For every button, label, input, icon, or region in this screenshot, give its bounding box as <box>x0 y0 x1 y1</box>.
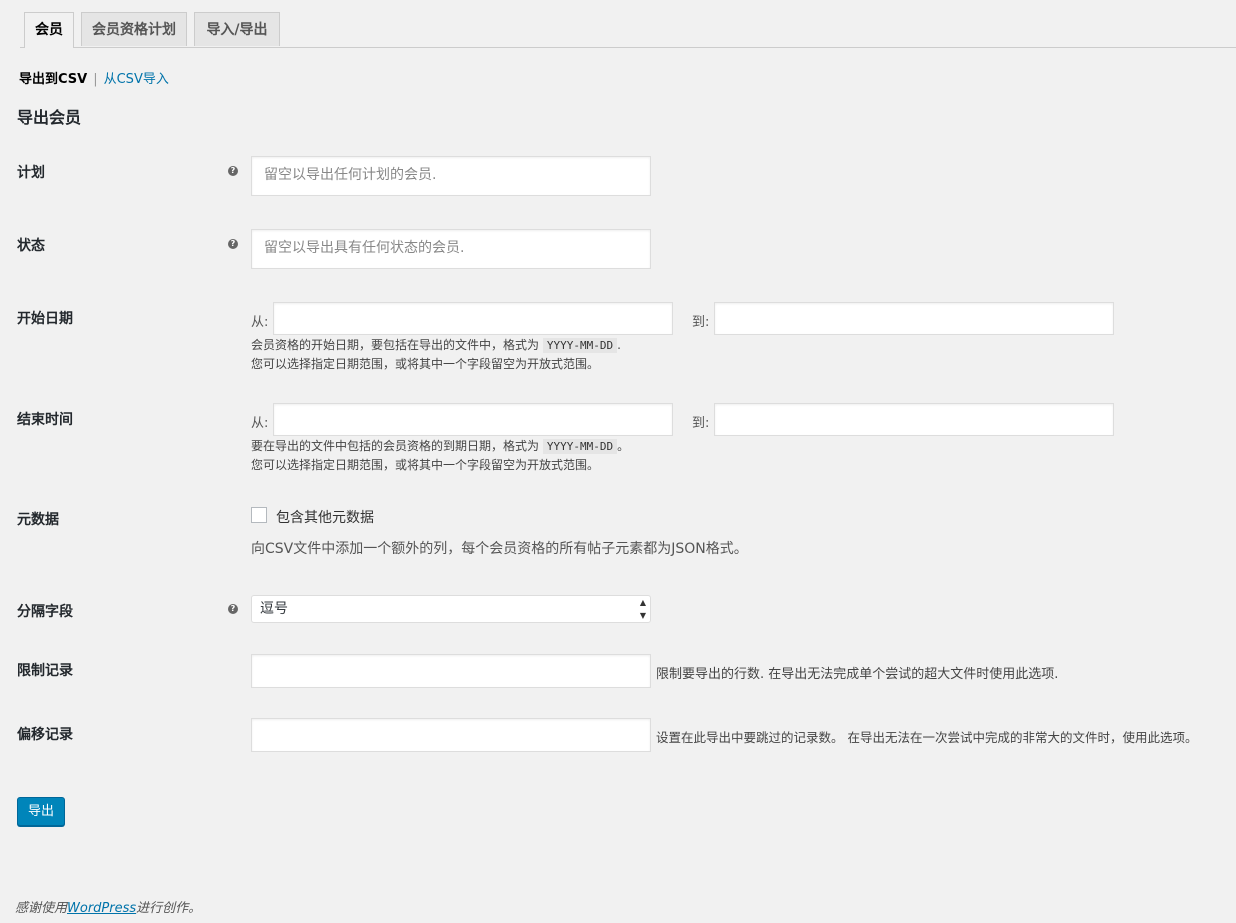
offset-label: 偏移记录 <box>17 727 73 743</box>
separator-select[interactable]: 逗号 ▲ ▼ <box>251 595 651 623</box>
separator-label: 分隔字段 <box>17 604 73 620</box>
end-date-desc-range: 您可以选择指定日期范围，或将其中一个字段留空为开放式范围。 <box>251 458 600 472</box>
status-label: 状态 <box>17 238 45 254</box>
include-meta-checkbox-label[interactable]: 包含其他元数据 <box>276 507 374 527</box>
select-arrows-icon: ▲ ▼ <box>639 598 646 620</box>
start-date-from-input[interactable] <box>273 302 673 335</box>
plan-help-icon[interactable]: ? <box>228 166 238 176</box>
section-title: 导出会员 <box>17 108 82 127</box>
tab-members[interactable]: 会员 <box>24 12 74 48</box>
subnav-import-csv[interactable]: 从CSV导入 <box>104 72 169 87</box>
limit-input[interactable] <box>251 654 651 688</box>
meta-label: 元数据 <box>17 512 59 528</box>
tab-membership-plans[interactable]: 会员资格计划 <box>81 12 187 46</box>
footer-text: 感谢使用 <box>15 901 68 916</box>
meta-description: 向CSV文件中添加一个额外的列，每个会员资格的所有帖子元素都为JSON格式。 <box>251 541 748 557</box>
end-date-desc-end: 。 <box>617 439 630 453</box>
end-date-label: 结束时间 <box>17 412 73 428</box>
start-date-desc-end: . <box>617 338 621 352</box>
end-date-from-label: 从: <box>251 416 269 431</box>
offset-input[interactable] <box>251 718 651 752</box>
start-date-to-label: 到: <box>692 315 710 330</box>
sub-navigation: 导出到CSV | 从CSV导入 <box>19 68 169 87</box>
plan-label: 计划 <box>17 165 45 181</box>
end-date-desc-text: 要在导出的文件中包括的会员资格的到期日期，格式为 <box>251 439 540 453</box>
separator-selected-value: 逗号 <box>260 601 288 617</box>
nav-tabs: 会员 会员资格计划 导入/导出 <box>20 12 1236 48</box>
start-date-desc-range: 您可以选择指定日期范围，或将其中一个字段留空为开放式范围。 <box>251 357 600 371</box>
tab-import-export[interactable]: 导入/导出 <box>194 12 280 46</box>
end-date-from-input[interactable] <box>273 403 673 436</box>
status-help-icon[interactable]: ? <box>228 239 238 249</box>
start-date-format-code: YYYY-MM-DD <box>542 338 618 353</box>
start-date-description: 会员资格的开始日期，要包括在导出的文件中，格式为 YYYY-MM-DD. 您可以… <box>251 336 621 374</box>
start-date-label: 开始日期 <box>17 311 73 327</box>
footer-credit: 感谢使用WordPress进行创作。 <box>15 897 201 916</box>
start-date-from-label: 从: <box>251 315 269 330</box>
wordpress-link[interactable]: WordPress <box>67 901 136 916</box>
end-date-to-label: 到: <box>692 416 710 431</box>
separator-help-icon[interactable]: ? <box>228 604 238 614</box>
export-button[interactable]: 导出 <box>17 797 65 826</box>
subnav-separator: | <box>93 72 98 87</box>
start-date-to-input[interactable] <box>714 302 1114 335</box>
include-meta-checkbox[interactable] <box>251 507 267 523</box>
end-date-format-code: YYYY-MM-DD <box>542 439 618 454</box>
offset-description: 设置在此导出中要跳过的记录数。 在导出无法在一次尝试中完成的非常大的文件时，使用… <box>656 730 1198 745</box>
end-date-description: 要在导出的文件中包括的会员资格的到期日期，格式为 YYYY-MM-DD。 您可以… <box>251 437 629 475</box>
subnav-export-csv[interactable]: 导出到CSV <box>19 72 87 87</box>
plan-input[interactable]: 留空以导出任何计划的会员. <box>251 156 651 196</box>
limit-label: 限制记录 <box>17 663 73 679</box>
footer-text-end: 进行创作。 <box>136 901 202 916</box>
limit-description: 限制要导出的行数. 在导出无法完成单个尝试的超大文件时使用此选项. <box>656 667 1059 682</box>
end-date-to-input[interactable] <box>714 403 1114 436</box>
status-input[interactable]: 留空以导出具有任何状态的会员. <box>251 229 651 269</box>
start-date-desc-text: 会员资格的开始日期，要包括在导出的文件中，格式为 <box>251 338 540 352</box>
